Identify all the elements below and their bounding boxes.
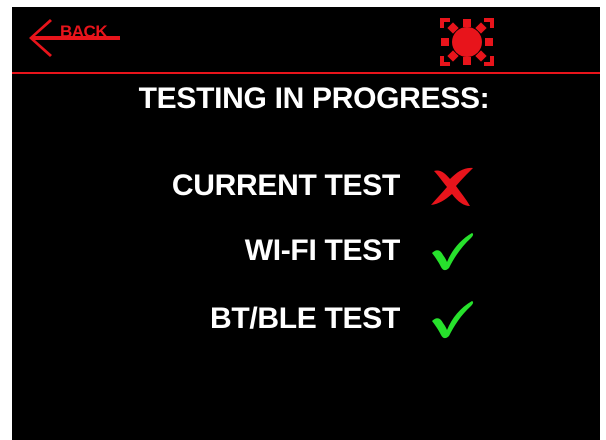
test-label-wifi: WI-FI TEST: [244, 234, 401, 267]
test-row-current: CURRENT TEST: [12, 164, 600, 210]
back-button[interactable]: BACK: [26, 17, 126, 61]
device-screen: BACK TESTING IN PROGRESS: CURRENT TEST W…: [12, 7, 600, 440]
check-icon: [432, 301, 474, 339]
back-button-label: BACK: [60, 22, 108, 41]
gear-icon: [440, 18, 494, 66]
header-bar: BACK: [12, 7, 600, 74]
test-label-current: CURRENT TEST: [171, 169, 400, 202]
test-row-wifi: WI-FI TEST: [12, 229, 600, 275]
check-icon: [432, 233, 474, 271]
test-label-bt: BT/BLE TEST: [209, 302, 400, 335]
settings-button[interactable]: [437, 15, 497, 69]
test-row-bt: BT/BLE TEST: [12, 297, 600, 343]
cross-icon: [431, 167, 473, 206]
header-divider: [12, 72, 600, 74]
page-title: TESTING IN PROGRESS:: [138, 82, 490, 115]
